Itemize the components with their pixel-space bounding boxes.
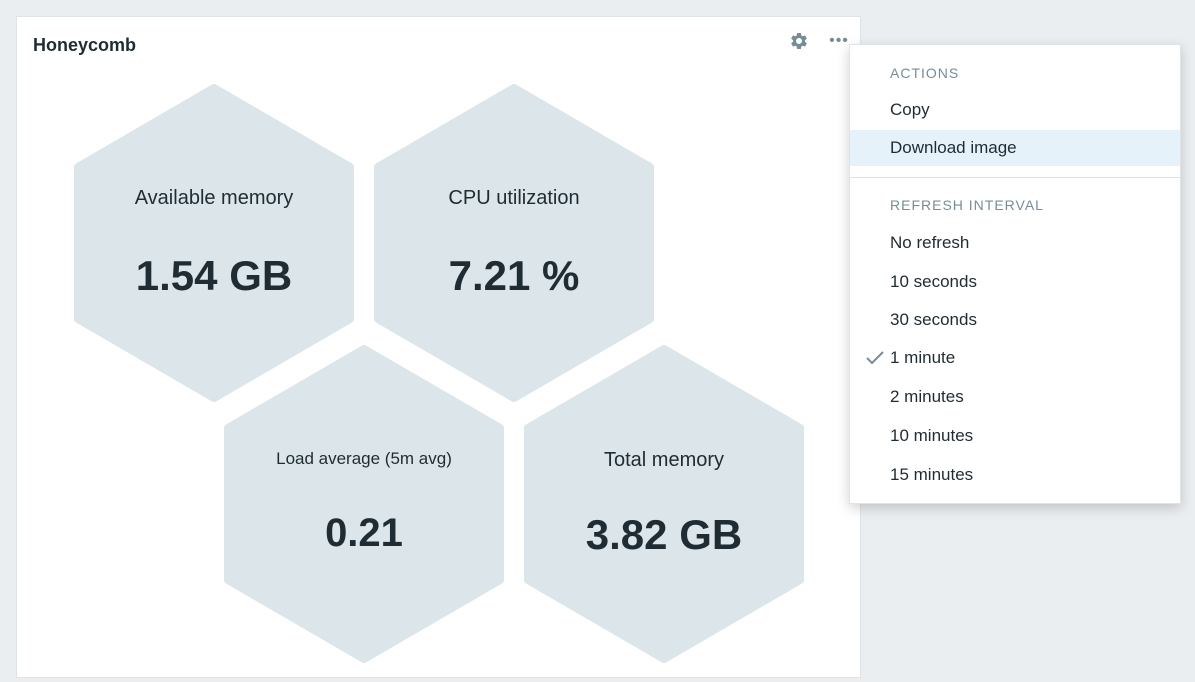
cell-label: Load average (5m avg) <box>276 449 452 468</box>
menu-item-copy[interactable]: Copy <box>850 92 1180 128</box>
actions-header: ACTIONS <box>890 65 960 81</box>
more-options-button[interactable]: ••• <box>827 29 851 53</box>
honeycomb-cell[interactable]: Load average (5m avg) 0.21 <box>224 345 504 663</box>
menu-item-30-seconds[interactable]: 30 seconds <box>850 302 1180 338</box>
cell-label: CPU utilization <box>448 187 580 209</box>
honeycomb-cell[interactable]: Total memory 3.82 GB <box>524 345 804 663</box>
hexagon-shape <box>524 345 804 663</box>
menu-item-10-minutes[interactable]: 10 minutes <box>850 418 1180 454</box>
cell-label: Available memory <box>134 187 294 209</box>
refresh-interval-header: REFRESH INTERVAL <box>890 197 1044 213</box>
menu-item-15-minutes[interactable]: 15 minutes <box>850 457 1180 493</box>
cell-label: Total memory <box>603 449 725 471</box>
menu-item-2-minutes[interactable]: 2 minutes <box>850 379 1180 415</box>
menu-item-no-refresh[interactable]: No refresh <box>850 225 1180 261</box>
menu-item-1-minute[interactable]: 1 minute <box>850 340 1180 376</box>
menu-item-download-image[interactable]: Download image <box>850 130 1180 166</box>
cell-value: 3.82 GB <box>585 511 743 558</box>
more-horizontal-icon: ••• <box>829 32 849 49</box>
cell-value: 7.21 % <box>448 252 580 299</box>
cell-value: 1.54 GB <box>135 252 293 299</box>
menu-divider <box>850 177 1180 178</box>
cell-value: 0.21 <box>325 511 403 555</box>
widget-actions-menu: ACTIONS Copy Download image REFRESH INTE… <box>849 44 1181 504</box>
hexagon-shape <box>224 345 504 663</box>
honeycomb-widget: Honeycomb ••• Available memory 1.54 GB C… <box>16 16 861 678</box>
gear-icon <box>791 32 807 49</box>
settings-button[interactable] <box>787 29 811 53</box>
menu-item-1-minute-row[interactable]: 1 minute <box>850 340 1180 376</box>
widget-controls: ••• <box>787 29 851 53</box>
widget-title: Honeycomb <box>33 35 137 55</box>
menu-item-10-seconds[interactable]: 10 seconds <box>850 264 1180 300</box>
